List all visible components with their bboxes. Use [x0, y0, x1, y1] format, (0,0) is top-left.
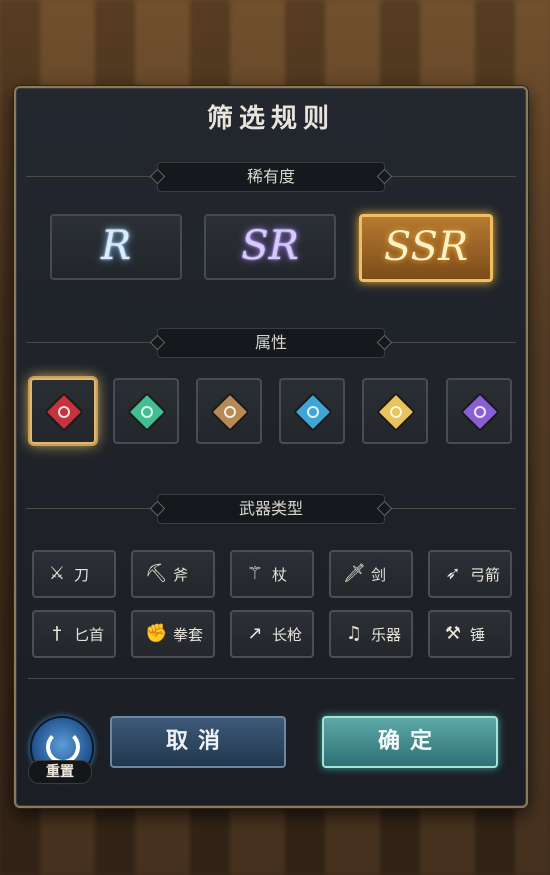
light-gem-icon	[376, 392, 416, 432]
rarity-section-label: 稀有度	[157, 162, 385, 192]
weapon-section-header: 武器类型	[26, 494, 516, 524]
attribute-water-button[interactable]	[279, 378, 345, 444]
spear-icon: ↗	[247, 623, 263, 644]
attribute-section-header: 属性	[26, 328, 516, 358]
weapon-hammer-button[interactable]: ⚒ 锤	[428, 610, 512, 658]
weapon-spear-button[interactable]: ↗ 长枪	[230, 610, 314, 658]
refresh-icon	[46, 730, 80, 764]
attribute-dark-button[interactable]	[446, 378, 512, 444]
rarity-r-button[interactable]: R	[50, 214, 182, 280]
rarity-sr-button[interactable]: SR	[204, 214, 336, 280]
weapon-axe-button[interactable]: ⛏ 斧	[131, 550, 215, 598]
attribute-earth-button[interactable]	[196, 378, 262, 444]
weapon-staff-button[interactable]: ⚚ 杖	[230, 550, 314, 598]
water-gem-icon	[293, 392, 333, 432]
gauntlet-icon: ✊	[145, 623, 168, 644]
confirm-button[interactable]: 确定	[322, 716, 498, 768]
weapon-section-label: 武器类型	[157, 494, 385, 524]
staff-icon: ⚚	[246, 563, 264, 584]
attribute-fire-button[interactable]	[30, 378, 96, 444]
attribute-light-button[interactable]	[362, 378, 428, 444]
bow-icon: ➶	[445, 563, 461, 584]
cancel-button[interactable]: 取消	[110, 716, 286, 768]
weapon-sword-button[interactable]: 🗡 剑	[329, 550, 413, 598]
dark-gem-icon	[460, 392, 500, 432]
attribute-wind-button[interactable]	[113, 378, 179, 444]
dagger-icon: †	[52, 623, 62, 644]
filter-dialog: 筛选规则 稀有度 R SR SSR 属性 武器类型 ⚔ 刀 ⛏ 斧 ⚚ 杖 🗡 …	[14, 86, 528, 808]
weapon-instrument-button[interactable]: ♫ 乐器	[329, 610, 413, 658]
sword-icon: 🗡	[343, 563, 366, 584]
weapon-blade-button[interactable]: ⚔ 刀	[32, 550, 116, 598]
harp-icon: ♫	[345, 623, 363, 644]
weapon-bow-button[interactable]: ➶ 弓箭	[428, 550, 512, 598]
rarity-section-header: 稀有度	[26, 162, 516, 192]
weapon-gauntlet-button[interactable]: ✊ 拳套	[131, 610, 215, 658]
wind-gem-icon	[127, 392, 167, 432]
hammer-icon: ⚒	[444, 623, 462, 644]
reset-label[interactable]: 重置	[28, 760, 92, 784]
axe-icon: ⛏	[145, 563, 168, 584]
earth-gem-icon	[210, 392, 250, 432]
footer-divider	[28, 678, 514, 679]
rarity-ssr-button[interactable]: SSR	[359, 214, 493, 282]
dialog-title: 筛选规则	[206, 104, 335, 134]
crossed-blades-icon: ⚔	[48, 563, 66, 584]
fire-gem-icon	[44, 392, 84, 432]
weapon-dagger-button[interactable]: † 匕首	[32, 610, 116, 658]
attribute-section-label: 属性	[157, 328, 385, 358]
